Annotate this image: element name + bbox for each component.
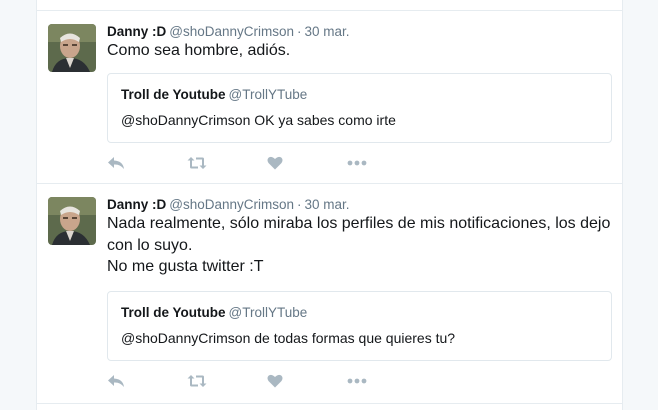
author-handle[interactable]: @shoDannyCrimson xyxy=(169,197,294,212)
quoted-tweet-header: Troll de Youtube @TrollYTube xyxy=(121,86,307,104)
more-icon xyxy=(347,160,367,166)
more-button[interactable] xyxy=(347,371,367,391)
reply-icon xyxy=(108,375,124,387)
reply-button[interactable] xyxy=(107,371,125,391)
like-button[interactable] xyxy=(267,153,283,173)
tweet-text-line: Como sea hombre, adiós. xyxy=(107,42,291,59)
tweet-text-line: Nada realmente, sólo miraba los perfiles… xyxy=(107,215,611,254)
author-handle[interactable]: @shoDannyCrimson xyxy=(169,24,294,39)
tweet-actions xyxy=(107,371,407,391)
tweet[interactable]: Danny :D @shoDannyCrimson · 30 mar. Nada re… xyxy=(37,184,622,404)
quoted-author-name: Troll de Youtube xyxy=(121,305,226,320)
quoted-tweet[interactable]: Troll de Youtube @TrollYTube @shoDannyCri… xyxy=(107,73,612,143)
reply-button[interactable] xyxy=(107,153,125,173)
tweet-header: Danny :D @shoDannyCrimson · 30 mar. xyxy=(107,196,350,214)
more-button[interactable] xyxy=(347,153,367,173)
reply-icon xyxy=(108,157,124,169)
retweet-button[interactable] xyxy=(187,371,207,391)
quoted-tweet-text: @shoDannyCrimson OK ya sabes como irte xyxy=(121,112,396,128)
author-name[interactable]: Danny :D xyxy=(107,197,166,212)
separator: · xyxy=(297,24,302,39)
retweet-button[interactable] xyxy=(187,153,207,173)
heart-icon xyxy=(267,374,283,388)
tweet-header: Danny :D @shoDannyCrimson · 30 mar. xyxy=(107,23,350,41)
quoted-author-name: Troll de Youtube xyxy=(121,87,226,102)
quoted-tweet-header: Troll de Youtube @TrollYTube xyxy=(121,304,307,322)
timestamp[interactable]: 30 mar. xyxy=(305,24,350,39)
avatar[interactable] xyxy=(48,197,96,245)
avatar[interactable] xyxy=(48,24,96,72)
tweet-text: Como sea hombre, adiós. xyxy=(107,40,617,62)
tweet-text-line: No me gusta twitter :T xyxy=(107,258,264,275)
heart-icon xyxy=(267,156,283,170)
like-button[interactable] xyxy=(267,371,283,391)
quoted-author-handle: @TrollYTube xyxy=(228,87,308,102)
author-name[interactable]: Danny :D xyxy=(107,24,166,39)
quoted-tweet-text: @shoDannyCrimson de todas formas que qui… xyxy=(121,330,456,346)
more-icon xyxy=(347,378,367,384)
tweet[interactable]: Danny :D @shoDannyCrimson · 30 mar. Como se… xyxy=(37,11,622,184)
tweet-text: Nada realmente, sólo miraba los perfiles… xyxy=(107,213,617,278)
quoted-tweet[interactable]: Troll de Youtube @TrollYTube @shoDannyCri… xyxy=(107,291,612,361)
timeline: Danny :D @shoDannyCrimson · 30 mar. Como se… xyxy=(36,0,623,410)
quoted-author-handle: @TrollYTube xyxy=(228,305,308,320)
retweet-icon xyxy=(187,375,207,387)
timestamp[interactable]: 30 mar. xyxy=(305,197,350,212)
tweet-actions xyxy=(107,153,407,173)
separator: · xyxy=(297,197,302,212)
retweet-icon xyxy=(187,157,207,169)
